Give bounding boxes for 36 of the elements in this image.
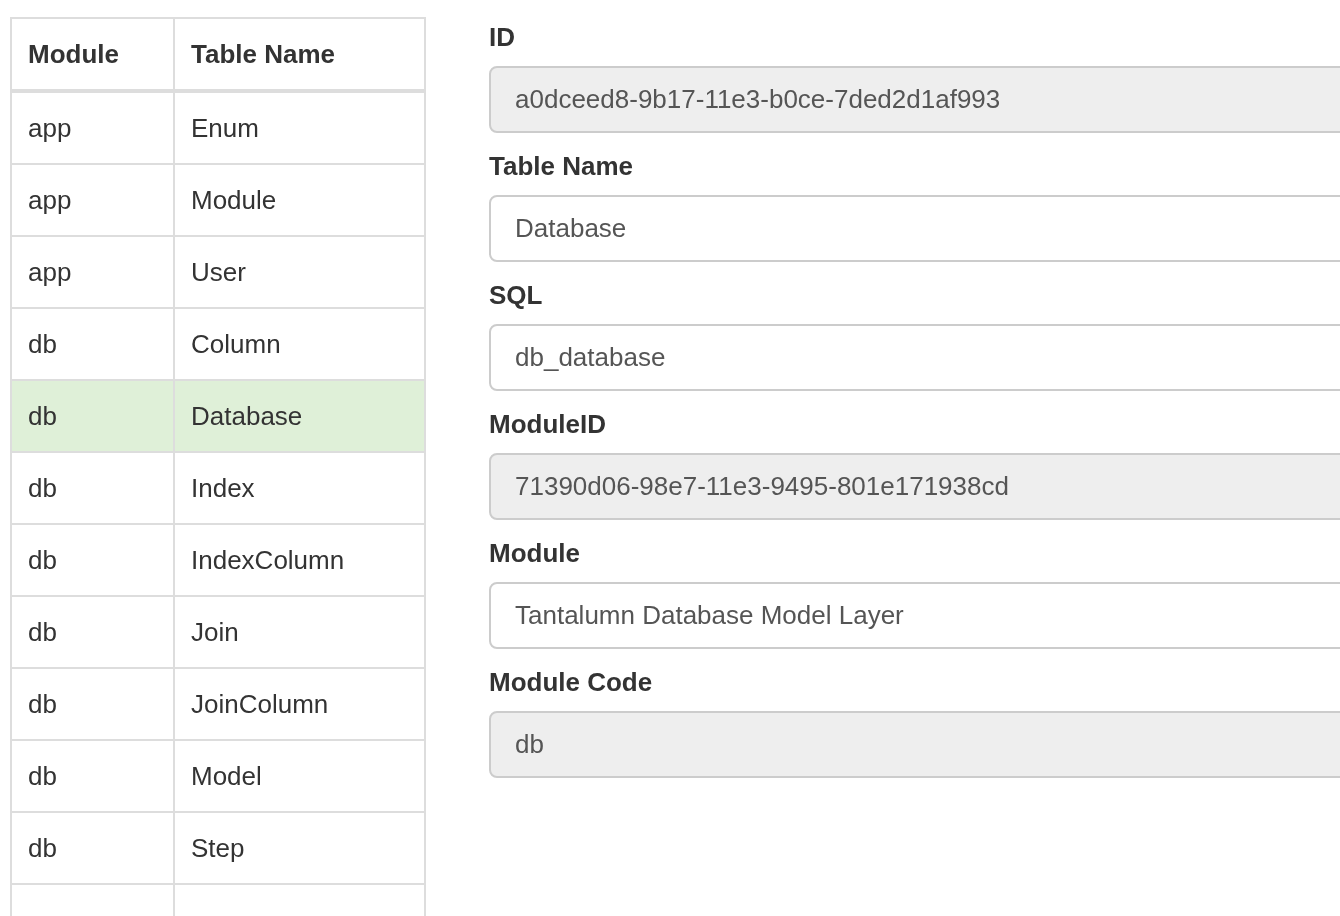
field-label: Module Code: [489, 666, 654, 699]
table-cell: Module: [191, 184, 277, 215]
table-cell: db: [28, 400, 57, 431]
table-cell: Column: [191, 328, 281, 359]
table-cell: Step: [191, 832, 245, 863]
field-label: Module: [489, 537, 581, 570]
table-cell: User: [191, 256, 246, 287]
table-cell: db: [28, 760, 57, 791]
input-field[interactable]: a0dceed8-9b17-11e3-b0ce-7ded2d1af993: [489, 66, 1340, 133]
table-cell: Enum: [191, 112, 259, 143]
table-cell: Index: [191, 472, 255, 503]
input-field[interactable]: Tantalumn Database Model Layer: [489, 582, 1340, 649]
table-cell: Database: [191, 400, 303, 431]
input-field[interactable]: db: [489, 711, 1340, 778]
table-cell: Model: [191, 760, 262, 791]
input-field[interactable]: 71390d06-98e7-11e3-9495-801e171938cd: [489, 453, 1340, 520]
table-cell: db: [28, 688, 57, 719]
table-cell: app: [28, 112, 72, 143]
table-cell: app: [28, 184, 72, 215]
input-field[interactable]: db_database: [489, 324, 1340, 391]
table-cell: Join: [191, 616, 239, 647]
column-header[interactable]: Table Name: [174, 18, 425, 91]
table-cell: db: [28, 832, 57, 863]
table-cell: JoinColumn: [191, 688, 329, 719]
field-label: Table Name: [489, 150, 634, 183]
table-cell: db: [28, 616, 57, 647]
column-header[interactable]: Module: [11, 18, 174, 91]
table-cell: app: [28, 256, 72, 287]
input-field[interactable]: Database: [489, 195, 1340, 262]
field-label: ID: [489, 21, 516, 54]
field-label: SQL: [489, 279, 544, 312]
table-cell: db: [28, 472, 57, 503]
field-label: ModuleID: [489, 408, 607, 441]
table-cell: db: [28, 544, 57, 575]
table-cell: IndexColumn: [191, 544, 345, 575]
table-cell: db: [28, 328, 57, 359]
